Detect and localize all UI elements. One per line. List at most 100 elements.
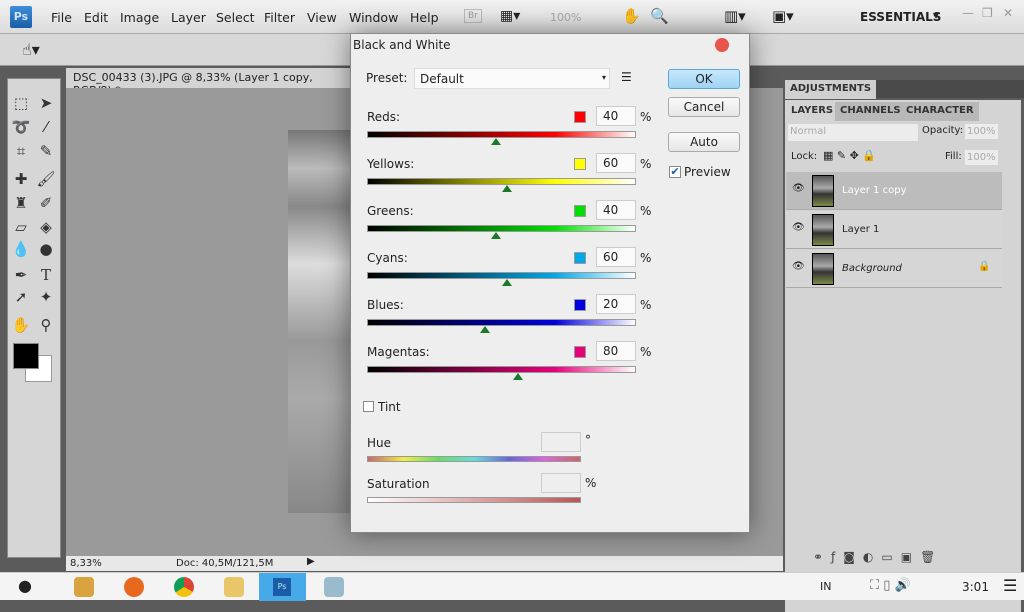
menu-window[interactable]: Window — [349, 10, 398, 25]
eraser-icon[interactable]: ▱ — [11, 217, 31, 237]
shape-tool-icon[interactable]: ✦ — [36, 287, 56, 307]
hand-tool-icon[interactable]: ✋ — [622, 7, 641, 25]
close-window-button[interactable]: ✕ — [1003, 6, 1013, 20]
preset-select[interactable]: Default ▾ — [414, 68, 610, 89]
preview-checkbox[interactable]: ✔ — [669, 166, 681, 178]
saturation-field[interactable] — [541, 473, 581, 493]
layer-row[interactable]: 👁 Layer 1 — [786, 211, 1002, 249]
reds-slider-thumb[interactable] — [491, 138, 502, 145]
eye-icon[interactable]: 👁 — [792, 222, 805, 233]
clone-stamp-icon[interactable]: ♜ — [11, 193, 31, 213]
hue-field[interactable] — [541, 432, 581, 452]
app-icon[interactable] — [74, 577, 94, 597]
cyans-slider-thumb[interactable] — [501, 279, 512, 286]
tab-layers[interactable]: LAYERS — [786, 102, 839, 121]
yellows-slider-thumb[interactable] — [501, 185, 512, 192]
layer-row[interactable]: 👁 Background 🔒 — [786, 250, 1002, 288]
file-explorer-icon[interactable] — [224, 577, 244, 597]
layer-row[interactable]: 👁 Layer 1 copy — [786, 172, 1002, 210]
eyedropper-icon[interactable]: ✎ — [36, 141, 56, 161]
type-tool-icon[interactable]: T — [36, 265, 56, 285]
menu-filter[interactable]: Filter — [264, 10, 295, 25]
eye-icon[interactable]: 👁 — [792, 261, 805, 272]
firefox-icon[interactable] — [124, 577, 144, 597]
apple-icon[interactable]: ● — [18, 576, 32, 595]
hand-tool-icon[interactable]: ✋ — [11, 315, 31, 335]
history-brush-icon[interactable]: ✐ — [36, 193, 56, 213]
language-indicator[interactable]: IN — [820, 580, 831, 593]
bridge-button[interactable]: Br — [464, 9, 482, 23]
yellows-slider-track[interactable] — [367, 178, 636, 185]
hue-slider[interactable] — [367, 456, 581, 462]
fill-field[interactable]: 100% — [965, 150, 998, 165]
menu-image[interactable]: Image — [120, 10, 159, 25]
tab-character[interactable]: CHARACTER — [901, 102, 979, 121]
reds-value-field[interactable]: 40 — [596, 106, 636, 126]
status-menu-arrow[interactable]: ▶ — [307, 556, 315, 567]
healing-brush-icon[interactable]: ✚ — [11, 169, 31, 189]
photoshop-taskbar-button[interactable]: Ps — [259, 573, 306, 601]
cyans-value-field[interactable]: 60 — [596, 247, 636, 267]
tool-preset-picker[interactable]: ☝▾ — [22, 40, 40, 59]
blend-mode-select[interactable]: Normal — [788, 124, 918, 141]
zoom-level-select[interactable]: 100% — [550, 11, 581, 24]
brush-tool-icon[interactable]: 🖌 — [36, 169, 56, 189]
zoom-readout[interactable]: 8,33% — [70, 558, 102, 569]
path-selection-icon[interactable]: ➚ — [11, 287, 31, 307]
foreground-color-swatch[interactable] — [13, 343, 39, 369]
tab-adjustments[interactable]: ADJUSTMENTS — [785, 80, 877, 99]
magentas-value-field[interactable]: 80 — [596, 341, 636, 361]
auto-button[interactable]: Auto — [668, 132, 740, 152]
chrome-icon[interactable] — [174, 577, 194, 597]
ok-button[interactable]: OK — [668, 69, 740, 89]
paint-bucket-icon[interactable]: ◈ — [36, 217, 56, 237]
marquee-tool-icon[interactable]: ⬚ — [11, 93, 31, 113]
greens-slider-track[interactable] — [367, 225, 636, 232]
menu-view[interactable]: View — [307, 10, 337, 25]
tab-channels[interactable]: CHANNELS — [835, 102, 906, 121]
reds-slider-track[interactable] — [367, 131, 636, 138]
crop-tool-icon[interactable]: ⌗ — [11, 141, 31, 161]
move-tool-icon[interactable]: ➤ — [36, 93, 56, 113]
paint-icon[interactable] — [324, 577, 344, 597]
greens-slider-thumb[interactable] — [491, 232, 502, 239]
blur-tool-icon[interactable]: 💧 — [11, 239, 31, 259]
zoom-tool-icon[interactable]: ⚲ — [36, 315, 56, 335]
yellows-value-field[interactable]: 60 — [596, 153, 636, 173]
menu-select[interactable]: Select — [216, 10, 255, 25]
menu-help[interactable]: Help — [410, 10, 439, 25]
layer-panel-buttons[interactable]: ⚭ƒ◙◐▭▣🗑 — [813, 550, 943, 564]
workspace-switcher[interactable]: ESSENTIALS — [860, 10, 941, 24]
preset-options-icon[interactable]: ☰ — [621, 70, 632, 84]
dodge-tool-icon[interactable]: ● — [36, 239, 56, 259]
zoom-tool-icon[interactable]: 🔍 — [650, 7, 669, 25]
menu-layer[interactable]: Layer — [171, 10, 206, 25]
screen-mode-icon[interactable]: ▣▾ — [772, 7, 794, 25]
pen-tool-icon[interactable]: ✒ — [11, 265, 31, 285]
dialog-close-button[interactable] — [715, 38, 729, 52]
restore-button[interactable]: ❐ — [982, 6, 993, 20]
opacity-field[interactable]: 100% — [965, 124, 998, 139]
clock[interactable]: 3:01 — [962, 580, 989, 594]
blues-value-field[interactable]: 20 — [596, 294, 636, 314]
magentas-slider-thumb[interactable] — [512, 373, 523, 380]
saturation-slider[interactable] — [367, 497, 581, 503]
document-tab[interactable]: DSC_00433 (3).JPG @ 8,33% (Layer 1 copy,… — [66, 68, 356, 97]
lock-icons[interactable]: ▦ ✎ ✥ 🔒 — [823, 149, 876, 162]
blues-slider-thumb[interactable] — [480, 326, 491, 333]
minimize-button[interactable]: — — [962, 6, 974, 20]
blues-slider-track[interactable] — [367, 319, 636, 326]
cyans-slider-track[interactable] — [367, 272, 636, 279]
eye-icon[interactable]: 👁 — [792, 183, 805, 194]
lasso-tool-icon[interactable]: ➰ — [11, 117, 31, 137]
greens-value-field[interactable]: 40 — [596, 200, 636, 220]
magic-wand-icon[interactable]: ⁄ — [36, 117, 56, 137]
tint-checkbox[interactable] — [363, 401, 374, 412]
view-extras-icon[interactable]: ▦▾ — [500, 8, 520, 24]
magentas-slider-track[interactable] — [367, 366, 636, 373]
tray-icons[interactable]: ⛶ ▯ 🔊 — [870, 578, 911, 593]
arrange-documents-icon[interactable]: ▥▾ — [724, 7, 746, 25]
menu-edit[interactable]: Edit — [84, 10, 108, 25]
menu-icon[interactable]: ☰ — [1003, 576, 1017, 595]
cancel-button[interactable]: Cancel — [668, 97, 740, 117]
